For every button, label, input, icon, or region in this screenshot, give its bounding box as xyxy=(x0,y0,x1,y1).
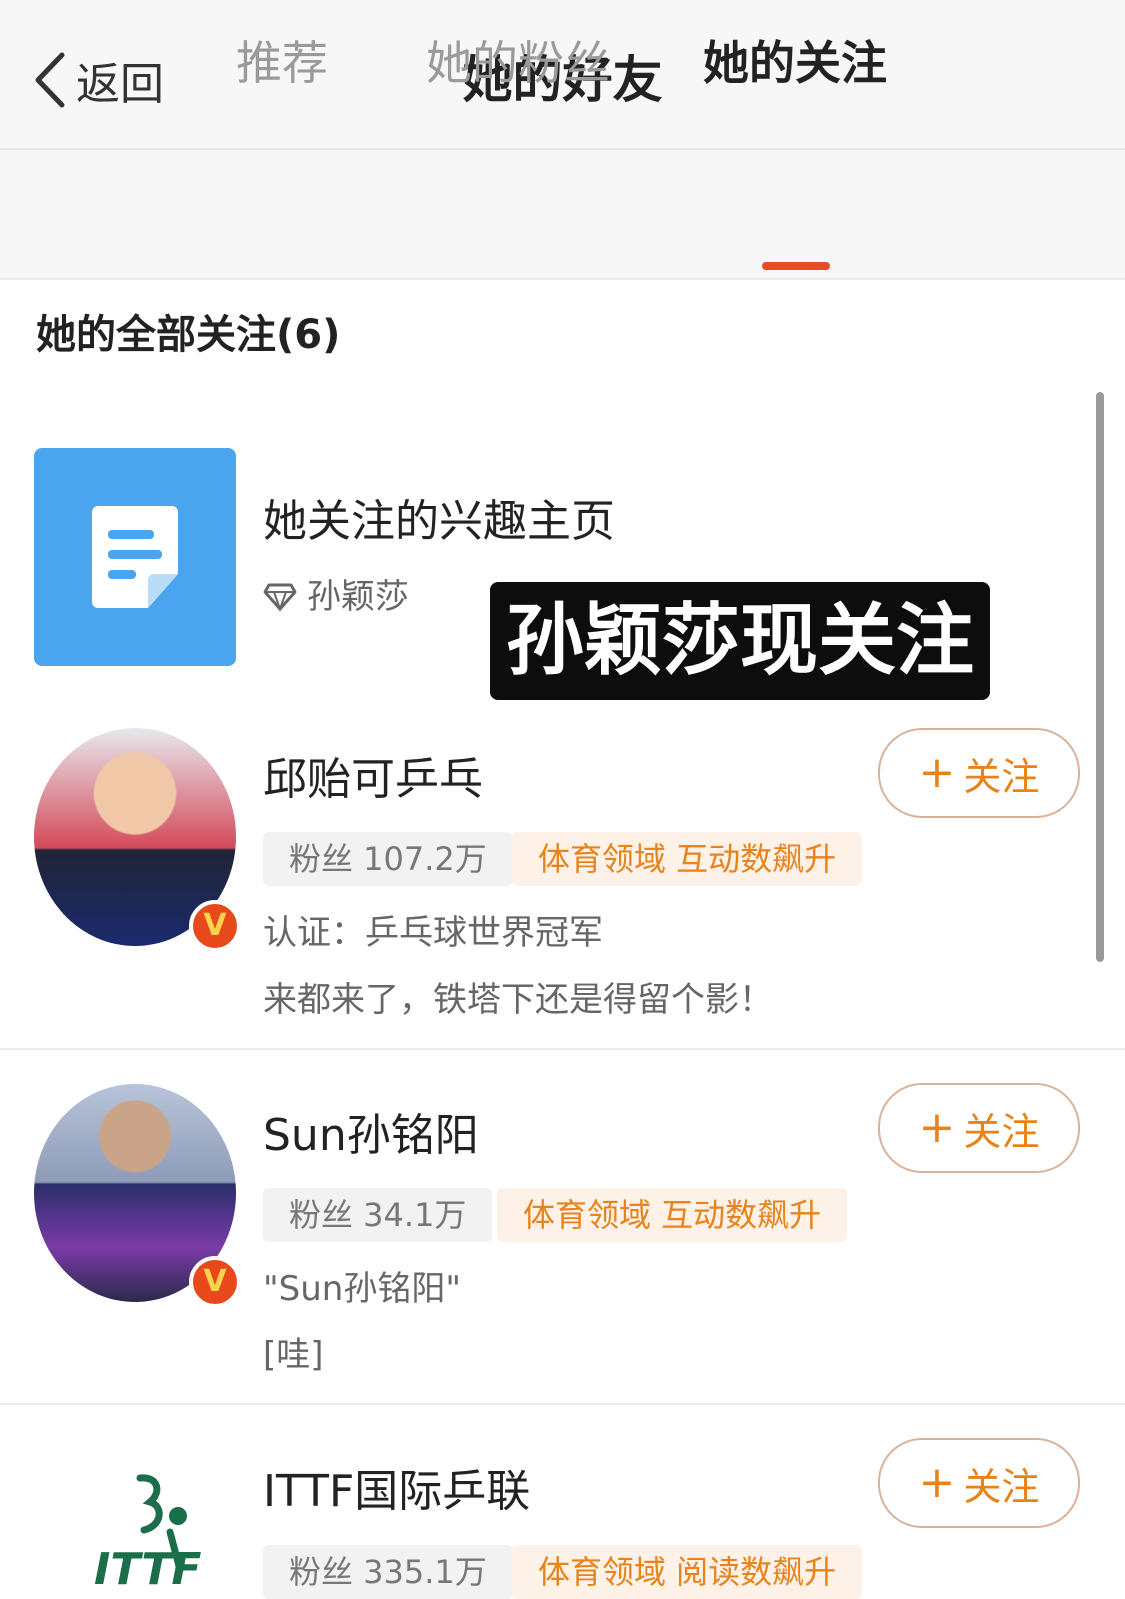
verified-text: 认证：乒乓球世界冠军 xyxy=(263,913,603,953)
interest-page-tile[interactable] xyxy=(34,448,236,666)
overlay-caption: 孙颖莎现关注 xyxy=(490,582,990,700)
user-name[interactable]: ITTF国际乒联 xyxy=(263,1462,530,1522)
fans-count: 粉丝 107.2万 xyxy=(263,832,513,886)
verified-badge-icon: V xyxy=(189,1256,241,1308)
trend-tag: 体育领域 阅读数飙升 xyxy=(512,1545,863,1599)
user-name[interactable]: Sun孙铭阳 xyxy=(263,1106,479,1166)
owner-name: 孙颖莎 xyxy=(307,577,409,617)
verified-text: "Sun孙铭阳" xyxy=(263,1269,461,1309)
plus-icon: + xyxy=(918,1102,956,1153)
fans-count: 粉丝 34.1万 xyxy=(263,1188,493,1242)
interest-card-owner: 孙颖莎 xyxy=(263,572,409,622)
verified-badge-icon: V xyxy=(189,900,241,952)
ittf-logo-icon: ITTF xyxy=(94,1474,201,1585)
row-divider xyxy=(0,1403,1125,1405)
user-bio: 来都来了，铁塔下还是得留个影！ xyxy=(263,980,773,1020)
scrollbar[interactable] xyxy=(1096,392,1104,962)
follow-label: 关注 xyxy=(963,1109,1040,1154)
tab-her-fans[interactable]: 她的粉丝 xyxy=(426,30,610,96)
follow-button-user-1[interactable]: + 关注 xyxy=(878,728,1080,818)
user-bio: [哇] xyxy=(263,1335,324,1375)
user-name[interactable]: 邱贻可乒乓 xyxy=(263,750,483,810)
plus-icon: + xyxy=(918,747,956,798)
fans-count: 粉丝 335.1万 xyxy=(263,1545,513,1599)
interest-card-title[interactable]: 她关注的兴趣主页 xyxy=(263,492,615,552)
tab-recommended[interactable]: 推荐 xyxy=(236,30,328,96)
trend-tag: 体育领域 互动数飙升 xyxy=(512,832,863,886)
ittf-logo[interactable]: ITTF xyxy=(70,1472,210,1585)
svg-text:ITTF: ITTF xyxy=(94,1544,201,1585)
tab-bar xyxy=(0,150,1125,280)
follow-button-user-2[interactable]: + 关注 xyxy=(878,1083,1080,1173)
diamond-icon xyxy=(263,583,297,612)
section-title: 她的全部关注(6) xyxy=(36,312,341,358)
trend-tag: 体育领域 互动数飙升 xyxy=(497,1188,848,1242)
plus-icon: + xyxy=(918,1457,956,1508)
follow-label: 关注 xyxy=(963,1464,1040,1509)
row-divider xyxy=(0,1048,1125,1050)
document-icon xyxy=(92,506,178,608)
follow-label: 关注 xyxy=(963,754,1040,799)
tab-her-following[interactable]: 她的关注 xyxy=(703,30,887,96)
active-tab-indicator xyxy=(762,262,830,270)
follow-button-user-3[interactable]: + 关注 xyxy=(878,1438,1080,1528)
